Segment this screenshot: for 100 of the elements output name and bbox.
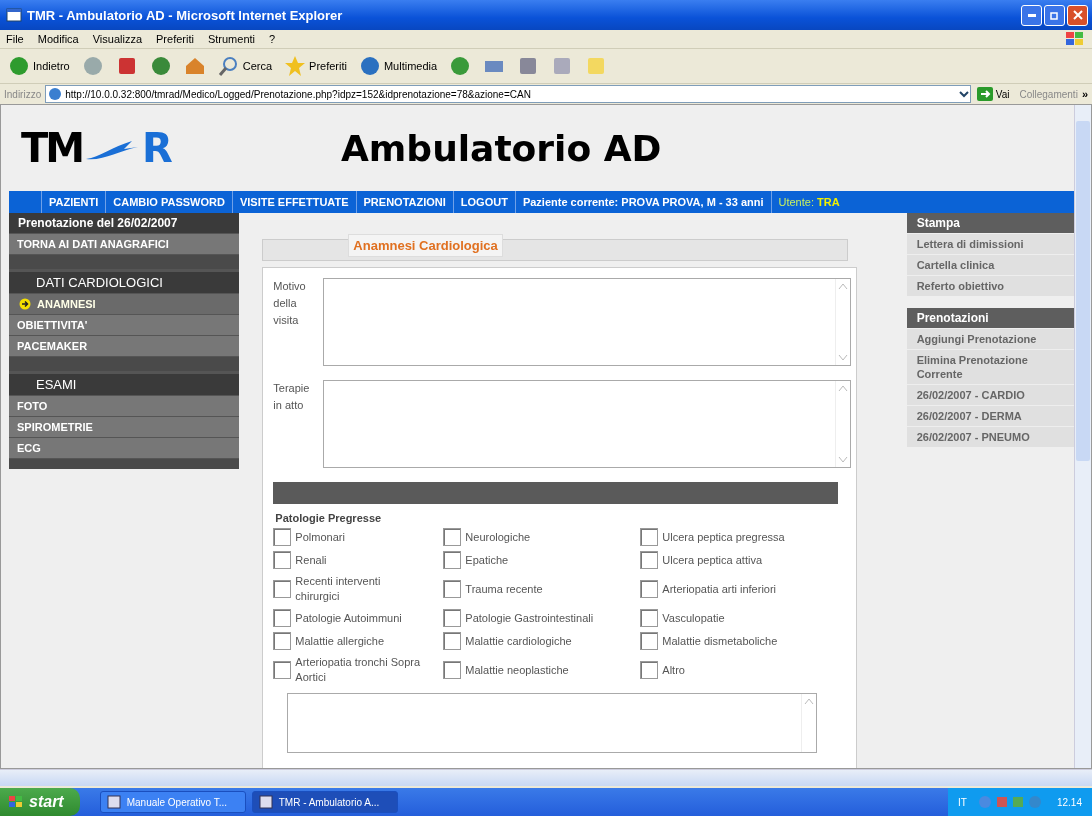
checkbox-label: Arteriopatia arti inferiori bbox=[662, 581, 777, 597]
section-title: Patologie Pregresse bbox=[275, 512, 383, 524]
checkbox[interactable] bbox=[273, 661, 292, 679]
minimize-button[interactable] bbox=[1021, 4, 1042, 26]
checkbox-label: Malattie dismetaboliche bbox=[662, 633, 778, 649]
panel-link[interactable]: Cartella clinica bbox=[906, 255, 1074, 275]
sidebar-item[interactable]: ECG bbox=[9, 438, 240, 458]
checkbox-label: Neurologiche bbox=[465, 529, 531, 545]
checkbox[interactable] bbox=[273, 528, 292, 546]
menu-item[interactable]: Preferiti bbox=[156, 33, 194, 45]
menu-item[interactable]: File bbox=[6, 33, 24, 45]
panel-link[interactable]: 26/02/2007 - CARDIO bbox=[906, 385, 1074, 405]
media-button[interactable]: Multimedia bbox=[354, 53, 442, 79]
checkbox[interactable] bbox=[443, 528, 462, 546]
checkbox-label: Altro bbox=[662, 662, 685, 678]
current-user: Utente: TRA bbox=[770, 191, 847, 213]
taskbar-button[interactable]: Manuale Operativo T... bbox=[99, 791, 246, 813]
checkbox[interactable] bbox=[273, 580, 292, 598]
checkbox-label: Malattie cardiologiche bbox=[465, 633, 572, 649]
restore-button[interactable] bbox=[1044, 4, 1065, 26]
field-label: Motivo della visita bbox=[273, 279, 307, 328]
panel-link[interactable]: Aggiungi Prenotazione bbox=[906, 329, 1074, 349]
panel-link[interactable]: Lettera di dimissioni bbox=[906, 234, 1074, 254]
field-label: Terapie in atto bbox=[273, 381, 311, 413]
search-icon bbox=[217, 55, 240, 77]
checkbox[interactable] bbox=[273, 551, 292, 569]
sidebar-item[interactable]: FOTO bbox=[9, 396, 240, 416]
panel-link[interactable]: 26/02/2007 - PNEUMO bbox=[906, 427, 1074, 447]
nav-link[interactable]: PRENOTAZIONI bbox=[355, 191, 453, 213]
window-title: TMR - Ambulatorio AD - Microsoft Internet Explorer bbox=[27, 7, 343, 23]
windows-logo-icon bbox=[1064, 30, 1086, 48]
panel-link[interactable]: Referto obiettivo bbox=[906, 276, 1074, 296]
sidebar-heading: DATI CARDIOLOGICI bbox=[9, 272, 240, 293]
menu-item[interactable]: Visualizza bbox=[92, 33, 143, 45]
sidebar-item[interactable]: TORNA AI DATI ANAGRAFICI bbox=[9, 234, 240, 254]
panel-link[interactable]: Elimina Prenotazione Corrente bbox=[906, 350, 1074, 384]
close-icon bbox=[1072, 10, 1083, 20]
checkbox[interactable] bbox=[443, 551, 462, 569]
checkbox-label: Patologie Autoimmuni bbox=[295, 610, 402, 626]
checkbox[interactable] bbox=[443, 661, 462, 679]
checkbox-label: Renali bbox=[295, 552, 327, 568]
sidebar-heading: ESAMI bbox=[9, 374, 240, 395]
checkbox[interactable] bbox=[640, 551, 659, 569]
checkbox[interactable] bbox=[443, 632, 462, 650]
globe-icon bbox=[358, 55, 381, 77]
checkbox-label: Patologie Gastrointestinali bbox=[465, 610, 594, 626]
text-area[interactable] bbox=[287, 693, 818, 753]
taskbar-button[interactable]: TMR - Ambulatorio A... bbox=[251, 791, 398, 813]
browser-icon bbox=[6, 7, 22, 23]
search-button[interactable]: Cerca bbox=[213, 53, 277, 79]
panel-title: Stampa bbox=[906, 213, 1074, 233]
sidebar-item[interactable]: ANAMNESI bbox=[9, 294, 240, 314]
page-icon bbox=[48, 87, 63, 101]
checkbox[interactable] bbox=[273, 609, 292, 627]
back-button[interactable]: Indietro bbox=[4, 53, 74, 79]
checkbox-label: Trauma recente bbox=[465, 581, 543, 597]
checkbox[interactable] bbox=[640, 580, 659, 598]
form-tab[interactable]: Anamnesi Cardiologica bbox=[348, 234, 503, 257]
checkbox[interactable] bbox=[640, 528, 659, 546]
home-icon bbox=[183, 55, 206, 77]
sidebar-item[interactable]: SPIROMETRIE bbox=[9, 417, 240, 437]
panel-link[interactable]: 26/02/2007 - DERMA bbox=[906, 406, 1074, 426]
checkbox[interactable] bbox=[640, 609, 659, 627]
arrow-icon bbox=[976, 87, 993, 101]
arrow-icon bbox=[19, 298, 31, 310]
nav-link[interactable]: LOGOUT bbox=[452, 191, 515, 213]
vertical-scrollbar[interactable] bbox=[1074, 105, 1091, 768]
close-button[interactable] bbox=[1067, 4, 1088, 26]
checkbox-label: Arteriopatia tronchi Sopra Aortici bbox=[295, 655, 422, 685]
current-patient: Paziente corrente: PROVA PROVA, M - 33 anni bbox=[514, 191, 771, 213]
address-field[interactable]: http://10.0.0.32:800/tmrad/Medico/Logged/Prenotazione.php?idpz=152&idprenotazione=78&azione=CAN bbox=[45, 85, 971, 103]
go-button[interactable]: Vai bbox=[974, 87, 1016, 101]
menu-item[interactable]: ? bbox=[269, 33, 276, 45]
checkbox[interactable] bbox=[273, 632, 292, 650]
sidebar-item[interactable]: OBIETTIVITA' bbox=[9, 315, 240, 335]
windows-logo-icon bbox=[8, 795, 24, 809]
links-label[interactable]: Collegamenti bbox=[1019, 88, 1078, 100]
language-indicator[interactable]: IT bbox=[958, 796, 967, 808]
sidebar-title: Prenotazione del 26/02/2007 bbox=[9, 213, 240, 233]
checkbox-label: Recenti interventi chirurgici bbox=[295, 574, 382, 604]
checkbox[interactable] bbox=[443, 609, 462, 627]
more-links[interactable]: » bbox=[1081, 88, 1088, 100]
address-label: Indirizzo bbox=[4, 88, 42, 100]
panel-title: Prenotazioni bbox=[906, 308, 1074, 328]
checkbox-label: Epatiche bbox=[465, 552, 509, 568]
checkbox[interactable] bbox=[640, 632, 659, 650]
window-icon bbox=[258, 795, 273, 809]
window-icon bbox=[106, 795, 121, 809]
logo: TM R bbox=[21, 125, 174, 171]
menu-item[interactable]: Strumenti bbox=[207, 33, 255, 45]
favorites-button[interactable]: Preferiti bbox=[280, 53, 351, 79]
start-button[interactable]: start bbox=[0, 788, 80, 816]
menu-item[interactable]: Modifica bbox=[37, 33, 79, 45]
sidebar-item[interactable]: PACEMAKER bbox=[9, 336, 240, 356]
checkbox[interactable] bbox=[640, 661, 659, 679]
minimize-icon bbox=[1027, 13, 1036, 17]
horizontal-scrollbar[interactable] bbox=[0, 769, 1092, 786]
star-icon bbox=[284, 55, 307, 77]
checkbox[interactable] bbox=[443, 580, 462, 598]
checkbox-label: Vasculopatie bbox=[662, 610, 725, 626]
